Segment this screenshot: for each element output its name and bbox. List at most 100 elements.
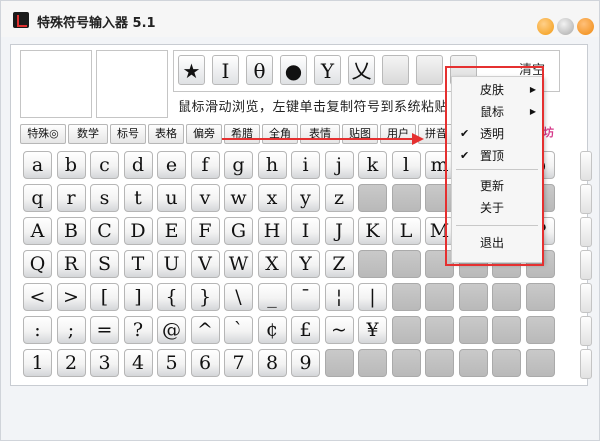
recent-symbol-key[interactable]: θ xyxy=(246,55,273,85)
recent-symbol-key[interactable]: I xyxy=(212,55,239,85)
symbol-key[interactable]: C xyxy=(90,217,119,245)
symbol-key[interactable]: 4 xyxy=(123,349,153,377)
symbol-key[interactable]: { xyxy=(157,283,186,311)
recent-symbol-key[interactable]: ● xyxy=(280,55,307,85)
symbol-key[interactable] xyxy=(391,184,421,212)
symbol-key[interactable]: F xyxy=(190,217,220,245)
symbol-key[interactable] xyxy=(458,316,488,344)
symbol-key[interactable]: T xyxy=(123,250,153,278)
category-tab[interactable]: 全角 xyxy=(262,124,298,144)
recent-symbol-key[interactable]: 乂 xyxy=(348,55,375,85)
symbol-key[interactable]: a xyxy=(23,151,52,179)
symbol-key[interactable]: 7 xyxy=(224,349,253,377)
symbol-key[interactable]: h xyxy=(257,151,287,179)
recent-symbol-key[interactable] xyxy=(416,55,443,85)
symbol-key[interactable]: @ xyxy=(157,316,186,344)
symbol-key[interactable]: : xyxy=(23,316,52,344)
symbol-key[interactable]: G xyxy=(224,217,253,245)
symbol-key[interactable]: 6 xyxy=(190,349,220,377)
symbol-key[interactable] xyxy=(358,349,387,377)
category-tab[interactable]: 标号 xyxy=(110,124,146,144)
symbol-key[interactable]: E xyxy=(157,217,186,245)
title-bar[interactable]: 特殊符号输入器 5.1 xyxy=(1,1,599,37)
symbol-key[interactable]: b xyxy=(56,151,86,179)
symbol-key[interactable]: ¦ xyxy=(324,283,354,311)
symbol-key[interactable]: 9 xyxy=(291,349,320,377)
category-tab[interactable]: 用户 xyxy=(380,124,416,144)
symbol-key[interactable] xyxy=(391,250,421,278)
symbol-key[interactable]: k xyxy=(358,151,387,179)
symbol-key[interactable]: A xyxy=(23,217,52,245)
symbol-key[interactable] xyxy=(492,349,521,377)
symbol-key[interactable]: H xyxy=(257,217,287,245)
symbol-key[interactable]: = xyxy=(90,316,119,344)
symbol-key[interactable]: \ xyxy=(224,283,253,311)
symbol-key[interactable]: < xyxy=(23,283,52,311)
symbol-key[interactable]: ¯ xyxy=(291,283,320,311)
side-key[interactable] xyxy=(580,217,592,247)
symbol-key[interactable]: j xyxy=(324,151,354,179)
symbol-key[interactable] xyxy=(525,349,555,377)
symbol-key[interactable]: X xyxy=(257,250,287,278)
symbol-key[interactable] xyxy=(391,283,421,311)
symbol-key[interactable]: L xyxy=(391,217,421,245)
symbol-key[interactable]: 1 xyxy=(23,349,52,377)
symbol-key[interactable]: q xyxy=(23,184,52,212)
symbol-key[interactable]: 2 xyxy=(56,349,86,377)
symbol-key[interactable] xyxy=(358,250,387,278)
symbol-key[interactable]: l xyxy=(391,151,421,179)
symbol-key[interactable]: _ xyxy=(257,283,287,311)
symbol-key[interactable]: U xyxy=(157,250,186,278)
symbol-key[interactable]: ; xyxy=(56,316,86,344)
symbol-key[interactable]: z xyxy=(324,184,354,212)
symbol-key[interactable]: [ xyxy=(90,283,119,311)
symbol-key[interactable]: f xyxy=(190,151,220,179)
symbol-key[interactable]: ~ xyxy=(324,316,354,344)
side-key[interactable] xyxy=(580,349,592,379)
symbol-key[interactable]: R xyxy=(56,250,86,278)
category-tab[interactable]: 希腊 xyxy=(224,124,260,144)
symbol-key[interactable] xyxy=(458,349,488,377)
side-key[interactable] xyxy=(580,151,592,181)
symbol-key[interactable] xyxy=(391,349,421,377)
symbol-key[interactable]: B xyxy=(56,217,86,245)
symbol-key[interactable]: c xyxy=(90,151,119,179)
category-tab[interactable]: 偏旁 xyxy=(186,124,222,144)
symbol-key[interactable]: 5 xyxy=(157,349,186,377)
side-key[interactable] xyxy=(580,184,592,214)
symbol-key[interactable]: i xyxy=(291,151,320,179)
symbol-key[interactable] xyxy=(358,184,387,212)
side-key[interactable] xyxy=(580,283,592,313)
symbol-key[interactable] xyxy=(525,316,555,344)
symbol-key[interactable]: 3 xyxy=(90,349,119,377)
category-tab[interactable]: 表格 xyxy=(148,124,184,144)
category-tab[interactable]: 数学 xyxy=(68,124,108,144)
symbol-key[interactable]: Z xyxy=(324,250,354,278)
symbol-key[interactable] xyxy=(425,316,454,344)
recent-symbol-key[interactable] xyxy=(382,55,409,85)
symbol-key[interactable]: v xyxy=(190,184,220,212)
category-tab[interactable]: 表情 xyxy=(300,124,340,144)
symbol-key[interactable]: ^ xyxy=(190,316,220,344)
symbol-key[interactable] xyxy=(492,316,521,344)
symbol-key[interactable]: | xyxy=(358,283,387,311)
side-key[interactable] xyxy=(580,250,592,280)
symbol-key[interactable]: I xyxy=(291,217,320,245)
symbol-key[interactable]: w xyxy=(224,184,253,212)
symbol-key[interactable]: x xyxy=(257,184,287,212)
symbol-key[interactable] xyxy=(425,283,454,311)
symbol-key[interactable] xyxy=(525,283,555,311)
symbol-key[interactable]: } xyxy=(190,283,220,311)
symbol-key[interactable]: g xyxy=(224,151,253,179)
symbol-key[interactable]: Q xyxy=(23,250,52,278)
symbol-key[interactable]: t xyxy=(123,184,153,212)
symbol-key[interactable]: ` xyxy=(224,316,253,344)
recent-symbol-key[interactable]: ★ xyxy=(178,55,205,85)
symbol-key[interactable]: ? xyxy=(123,316,153,344)
symbol-key[interactable] xyxy=(391,316,421,344)
symbol-key[interactable] xyxy=(492,283,521,311)
symbol-key[interactable]: r xyxy=(56,184,86,212)
category-tab[interactable]: 贴图 xyxy=(342,124,378,144)
symbol-key[interactable]: y xyxy=(291,184,320,212)
close-button[interactable] xyxy=(577,18,594,35)
